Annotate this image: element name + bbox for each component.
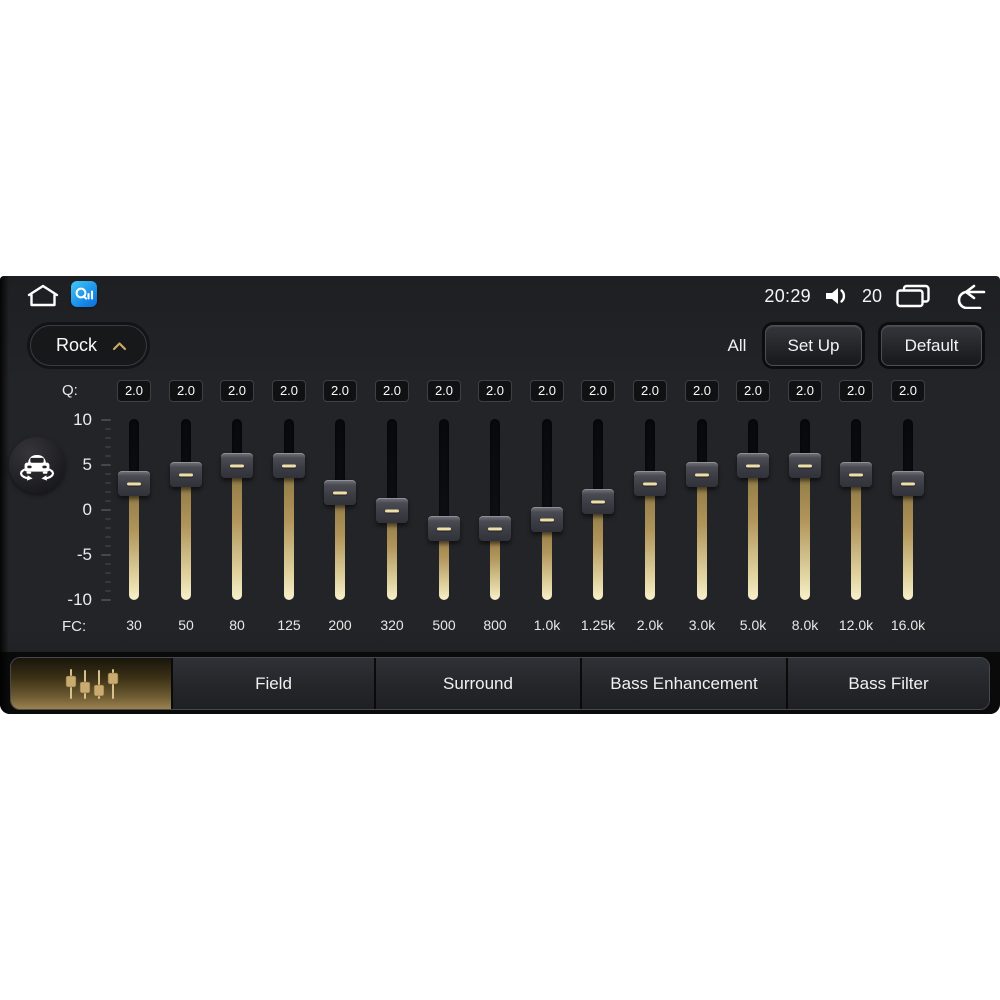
fc-row-label: FC: <box>62 618 87 635</box>
slider-handle[interactable] <box>479 516 511 541</box>
slider-handle[interactable] <box>737 453 769 478</box>
slider-track-active <box>387 510 397 600</box>
q-value-box[interactable]: 2.0 <box>788 380 822 402</box>
slider-track-active <box>697 474 707 600</box>
axis-label-10: 10 <box>73 410 92 429</box>
chevron-up-icon <box>112 341 127 351</box>
slider-handle[interactable] <box>840 462 872 487</box>
q-value-box[interactable]: 2.0 <box>685 380 719 402</box>
slider-handle[interactable] <box>428 516 460 541</box>
slider-track-active <box>903 483 913 600</box>
slider-handle[interactable] <box>892 471 924 496</box>
slider-handle[interactable] <box>582 489 614 514</box>
eq-band: 2.0 8.0k <box>779 380 831 642</box>
q-value-box[interactable]: 2.0 <box>323 380 357 402</box>
sound-field-button[interactable] <box>9 437 65 493</box>
home-icon[interactable] <box>24 283 62 309</box>
eq-band: 2.0 1.25k <box>572 380 624 642</box>
device-photo-background: 20:29 20 Rock All Set Up Default Q: FC: … <box>0 0 1000 1000</box>
q-value-box[interactable]: 2.0 <box>220 380 254 402</box>
tab-field[interactable]: Field <box>171 658 374 709</box>
q-value-box[interactable]: 2.0 <box>427 380 461 402</box>
slider-track-active <box>851 474 861 600</box>
eq-band: 2.0 30 <box>108 380 160 642</box>
eq-band: 2.0 1.0k <box>521 380 573 642</box>
slider-handle[interactable] <box>376 498 408 523</box>
equalizer-screen: 20:29 20 Rock All Set Up Default Q: FC: … <box>0 276 1000 714</box>
axis-label-neg10: -10 <box>67 590 92 609</box>
eq-band: 2.0 200 <box>314 380 366 642</box>
eq-band: 2.0 50 <box>160 380 212 642</box>
preset-label: Rock <box>56 335 98 355</box>
q-value-box[interactable]: 2.0 <box>530 380 564 402</box>
slider-track-active <box>284 465 294 600</box>
slider-handle[interactable] <box>789 453 821 478</box>
slider-track-active <box>593 501 603 600</box>
volume-level: 20 <box>861 285 882 306</box>
q-value-box[interactable]: 2.0 <box>169 380 203 402</box>
tabbar: Field Surround Bass Enhancement Bass Filter <box>10 657 990 710</box>
q-value-box[interactable]: 2.0 <box>633 380 667 402</box>
q-row-label: Q: <box>62 382 78 399</box>
slider-handle[interactable] <box>686 462 718 487</box>
eq-band: 2.0 800 <box>469 380 521 642</box>
q-value-box[interactable]: 2.0 <box>581 380 615 402</box>
tab-label: Bass Filter <box>848 673 929 693</box>
eq-band: 2.0 3.0k <box>676 380 728 642</box>
slider-handle[interactable] <box>170 462 202 487</box>
slider-track-active <box>748 465 758 600</box>
slider-handle[interactable] <box>118 471 150 496</box>
equalizer-app-icon[interactable] <box>71 281 97 307</box>
q-value-box[interactable]: 2.0 <box>375 380 409 402</box>
slider-track-active <box>335 492 345 600</box>
slider-track-active <box>181 474 191 600</box>
tab-label: Bass Enhancement <box>610 673 758 693</box>
recent-apps-icon[interactable] <box>895 284 931 309</box>
eq-band: 2.0 125 <box>263 380 315 642</box>
slider-handle[interactable] <box>634 471 666 496</box>
q-value-box[interactable]: 2.0 <box>272 380 306 402</box>
default-button[interactable]: Default <box>881 325 982 366</box>
slider-handle[interactable] <box>324 480 356 505</box>
clock: 20:29 <box>764 285 811 306</box>
back-icon[interactable] <box>951 283 988 309</box>
slider-track-active <box>129 483 139 600</box>
setup-button[interactable]: Set Up <box>765 325 862 366</box>
preset-dropdown[interactable]: Rock <box>30 325 148 366</box>
tabbar-strip: Field Surround Bass Enhancement Bass Filter <box>0 652 1000 714</box>
slider-handle[interactable] <box>531 507 563 532</box>
equalizer-sliders-icon <box>60 667 122 701</box>
tab-bass-enhancement[interactable]: Bass Enhancement <box>580 658 786 709</box>
freq-label: 16.0k <box>890 617 926 633</box>
tab-bass-filter[interactable]: Bass Filter <box>786 658 989 709</box>
q-value-box[interactable]: 2.0 <box>478 380 512 402</box>
tab-equalizer[interactable] <box>11 658 171 709</box>
axis-label-neg5: -5 <box>76 545 92 564</box>
volume-icon[interactable] <box>824 285 849 307</box>
slider-track-active <box>645 483 655 600</box>
eq-band: 2.0 2.0k <box>624 380 676 642</box>
tab-label: Surround <box>443 673 513 693</box>
all-channels-toggle[interactable]: All <box>716 334 758 358</box>
q-value-box[interactable]: 2.0 <box>736 380 770 402</box>
slider-handle[interactable] <box>273 453 305 478</box>
eq-band: 2.0 80 <box>211 380 263 642</box>
tab-surround[interactable]: Surround <box>374 658 580 709</box>
tab-label: Field <box>255 673 292 693</box>
q-value-box[interactable]: 2.0 <box>839 380 873 402</box>
car-sound-field-icon <box>16 446 58 484</box>
slider-handle[interactable] <box>221 453 253 478</box>
q-value-box[interactable]: 2.0 <box>891 380 925 402</box>
slider-track-active <box>800 465 810 600</box>
eq-band: 2.0 12.0k <box>830 380 882 642</box>
eq-band: 2.0 320 <box>366 380 418 642</box>
eq-band: 2.0 5.0k <box>727 380 779 642</box>
q-value-box[interactable]: 2.0 <box>117 380 151 402</box>
slider-track-active <box>232 465 242 600</box>
eq-band: 2.0 16.0k <box>882 380 934 642</box>
eq-band: 2.0 500 <box>418 380 470 642</box>
axis-label-0: 0 <box>82 500 92 519</box>
